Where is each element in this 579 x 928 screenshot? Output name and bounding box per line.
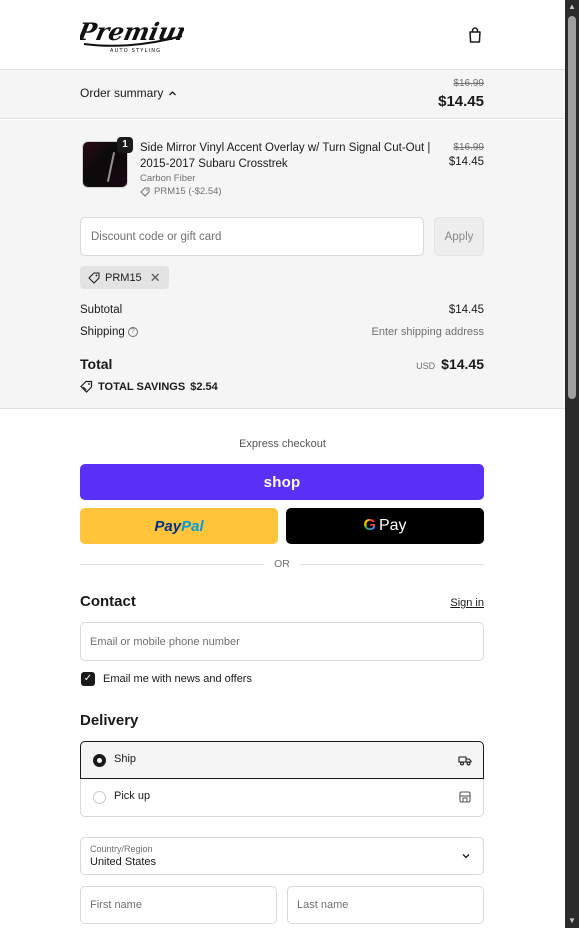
logo-wordmark: Premium <box>80 17 184 46</box>
scroll-up-arrow-icon[interactable]: ▲ <box>565 0 579 14</box>
paypal-button[interactable]: PayPal <box>80 508 278 544</box>
total-savings: TOTAL SAVINGS $2.54 <box>80 380 218 393</box>
last-name-field[interactable] <box>287 886 484 924</box>
tag-icon <box>88 272 100 284</box>
store-icon <box>459 791 471 803</box>
shipping-label: Shipping <box>80 326 125 338</box>
quantity-badge: 1 <box>117 137 133 153</box>
tag-icon <box>140 187 150 197</box>
email-field[interactable] <box>80 622 484 661</box>
scrollbar-thumb[interactable] <box>568 16 576 399</box>
delivery-heading: Delivery <box>80 712 139 729</box>
paypal-wordmark-part1: Pay <box>154 517 182 535</box>
country-value: United States <box>90 856 157 868</box>
currency-code: USD <box>416 361 436 371</box>
contact-heading: Contact <box>80 593 136 610</box>
express-checkout-title: Express checkout <box>239 438 326 450</box>
vertical-scrollbar[interactable]: ▲ ▼ <box>565 0 579 928</box>
total-label: Total <box>80 356 113 372</box>
scroll-down-arrow-icon[interactable]: ▼ <box>565 914 579 928</box>
checkout-page: Premium AUTO STYLING Order summary $16.9… <box>0 0 565 928</box>
shipping-row: Shipping? Enter shipping address <box>80 326 484 338</box>
google-pay-label: Pay <box>378 517 407 534</box>
apply-discount-button[interactable]: Apply <box>434 217 484 256</box>
google-g-icon: G <box>363 517 376 534</box>
or-divider-label: OR <box>274 558 290 570</box>
ship-option[interactable]: Ship <box>80 741 484 779</box>
order-summary-label: Order summary <box>80 86 164 100</box>
help-circle-icon[interactable]: ? <box>127 326 138 337</box>
country-label: Country/Region <box>90 844 153 854</box>
product-variant: Carbon Fiber <box>140 173 196 184</box>
savings-label: TOTAL SAVINGS <box>98 380 186 393</box>
logo-tagline: AUTO STYLING <box>110 48 161 54</box>
total-value: $14.45 <box>441 356 484 372</box>
paypal-wordmark-part2: Pal <box>181 517 204 535</box>
order-summary-toggle[interactable]: Order summary <box>80 86 177 100</box>
shop-pay-button[interactable]: shop <box>80 464 484 500</box>
applied-discount-chip: PRM15 ✕ <box>80 266 169 289</box>
shipping-value: Enter shipping address <box>371 326 484 338</box>
chevron-down-icon <box>462 854 470 859</box>
order-summary-bar[interactable]: Order summary $16.99 $14.45 <box>0 70 565 119</box>
product-title: Side Mirror Vinyl Accent Overlay w/ Turn… <box>140 142 431 170</box>
pickup-radio[interactable] <box>93 791 106 804</box>
subtotal-row: Subtotal $14.45 <box>80 304 484 316</box>
chevron-up-icon <box>169 90 177 95</box>
remove-discount-icon[interactable]: ✕ <box>150 270 161 286</box>
pickup-option-label: Pick up <box>114 790 151 802</box>
savings-tag-icon <box>80 380 93 393</box>
or-divider: OR <box>80 556 484 572</box>
product-original-price: $16.99 <box>453 142 484 153</box>
summary-total: $14.45 <box>438 93 484 110</box>
subtotal-value: $14.45 <box>448 304 484 316</box>
subtotal-label: Subtotal <box>80 304 123 316</box>
product-discount: PRM15 (-$2.54) <box>140 186 222 197</box>
first-name-field[interactable] <box>80 886 277 924</box>
newsletter-label: Email me with news and offers <box>103 673 252 685</box>
applied-discount-code: PRM15 <box>105 271 142 284</box>
ship-option-label: Ship <box>114 753 137 765</box>
sign-in-link[interactable]: Sign in <box>450 597 484 609</box>
total-row: Total USD $14.45 <box>80 356 484 372</box>
summary-original-total: $16.99 <box>453 78 484 89</box>
premium-auto-styling-logo[interactable]: Premium AUTO STYLING <box>80 14 184 56</box>
ship-radio[interactable] <box>93 754 106 767</box>
country-select[interactable]: Country/Region United States <box>80 837 484 875</box>
shopping-bag-icon[interactable] <box>466 26 484 44</box>
order-summary-panel: Side Mirror Vinyl Accent Overlay w/ Turn… <box>0 120 565 409</box>
newsletter-checkbox[interactable]: ✓ <box>81 672 95 686</box>
product-price: $14.45 <box>448 156 484 168</box>
product-discount-label: PRM15 (-$2.54) <box>154 186 222 197</box>
discount-code-input[interactable] <box>80 217 424 256</box>
google-pay-button[interactable]: G Pay <box>286 508 484 544</box>
checkout-header: Premium AUTO STYLING <box>0 0 565 70</box>
truck-icon <box>458 756 472 766</box>
savings-value: $2.54 <box>190 380 218 393</box>
newsletter-checkbox-row[interactable]: ✓ Email me with news and offers <box>81 672 252 686</box>
pickup-option[interactable]: Pick up <box>80 779 484 817</box>
